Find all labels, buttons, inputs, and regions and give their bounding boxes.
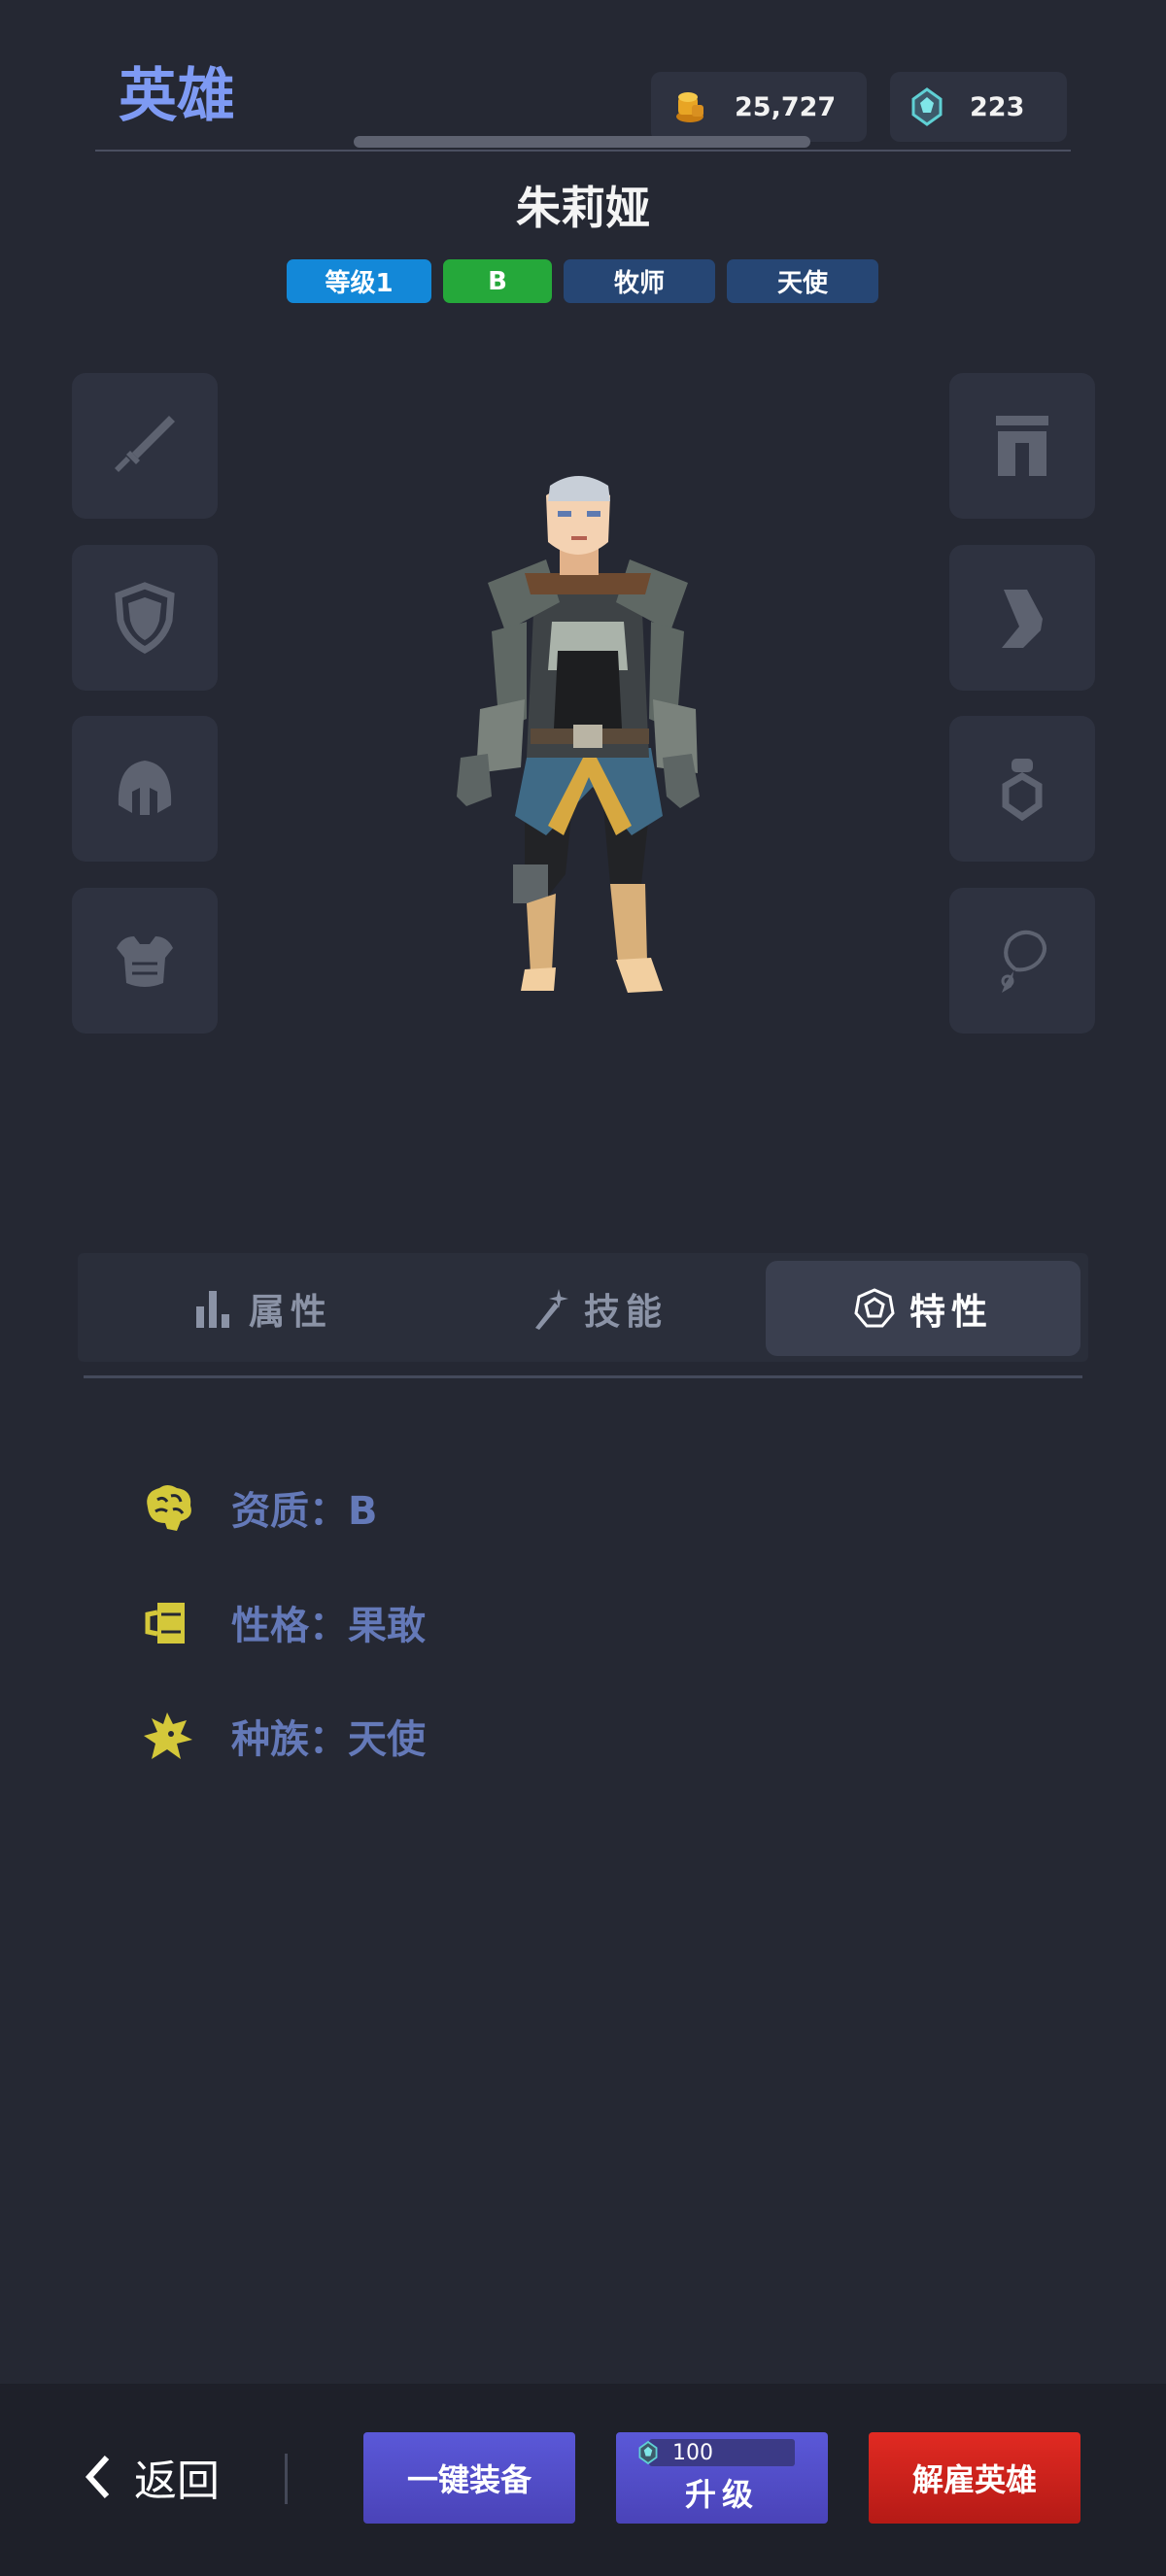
ring-slot[interactable] (949, 716, 1095, 862)
trait-personality: 性格：果敢 (138, 1593, 426, 1651)
tab-traits-label: 特性 (909, 1291, 993, 1333)
weapon-slot[interactable] (72, 373, 218, 519)
brain-icon (147, 1485, 191, 1531)
boots-icon (1002, 590, 1043, 648)
gem-counter[interactable]: 223 (890, 72, 1067, 142)
trait-personality-text: 性格：果敢 (231, 1604, 426, 1648)
tab-divider (84, 1375, 1082, 1378)
upgrade-label: 升级 (684, 2476, 759, 2513)
back-button[interactable]: 返回 (82, 2438, 220, 2516)
bottom-divider (285, 2454, 288, 2504)
sword-icon (115, 416, 175, 472)
helmet-slot[interactable] (72, 716, 218, 862)
gold-counter[interactable]: 25,727 (651, 72, 867, 142)
necklace-slot[interactable] (949, 888, 1095, 1034)
race-badge: 天使 (727, 259, 878, 303)
trait-badge-icon (854, 1288, 895, 1328)
trait-aptitude-text: 资质：B (231, 1489, 378, 1534)
magic-wand-icon (535, 1289, 568, 1330)
pants-icon (996, 416, 1048, 476)
shield-icon (115, 582, 175, 654)
upgrade-button[interactable]: 100 升级 (616, 2432, 828, 2524)
necklace-icon (1001, 930, 1046, 993)
trait-aptitude: 资质：B (138, 1478, 378, 1537)
trait-race: 种族：天使 (138, 1707, 426, 1765)
dragon-icon (144, 1712, 192, 1759)
grade-badge: B (443, 259, 552, 303)
hero-name: 朱莉娅 (516, 182, 650, 234)
level-badge: 等级1 (287, 259, 431, 303)
equip-all-button[interactable]: 一键装备 (363, 2432, 575, 2524)
chevron-left-icon (85, 2455, 110, 2499)
pants-slot[interactable] (949, 373, 1095, 519)
ring-icon (1002, 759, 1043, 822)
hero-model (457, 476, 700, 993)
back-label: 返回 (134, 2457, 220, 2506)
tab-skills-label: 技能 (584, 1291, 668, 1333)
mug-icon (145, 1603, 185, 1644)
upgrade-cost-value: 100 (672, 2440, 713, 2465)
tab-traits[interactable]: 特性 (766, 1261, 1080, 1356)
gem-icon (911, 87, 943, 126)
tab-skills[interactable]: 技能 (437, 1261, 758, 1356)
shield-slot[interactable] (72, 545, 218, 691)
bar-chart-icon (196, 1291, 229, 1328)
tab-attributes[interactable]: 属性 (107, 1261, 418, 1356)
class-badge: 牧师 (564, 259, 715, 303)
trait-race-text: 种族：天使 (231, 1717, 426, 1762)
fire-hero-button[interactable]: 解雇英雄 (869, 2432, 1080, 2524)
armor-icon (117, 936, 173, 987)
tab-attributes-label: 属性 (249, 1291, 332, 1333)
gem-icon (638, 2440, 658, 2465)
gold-amount: 25,727 (735, 91, 837, 122)
header-divider (95, 150, 1071, 152)
scroll-handle[interactable] (354, 136, 810, 148)
armor-slot[interactable] (72, 888, 218, 1034)
upgrade-cost: 100 (638, 2439, 795, 2466)
boots-slot[interactable] (949, 545, 1095, 691)
gem-amount: 223 (970, 91, 1025, 122)
gold-coins-icon (676, 92, 703, 122)
helmet-icon (118, 761, 172, 815)
page-title: 英雄 (119, 62, 235, 130)
